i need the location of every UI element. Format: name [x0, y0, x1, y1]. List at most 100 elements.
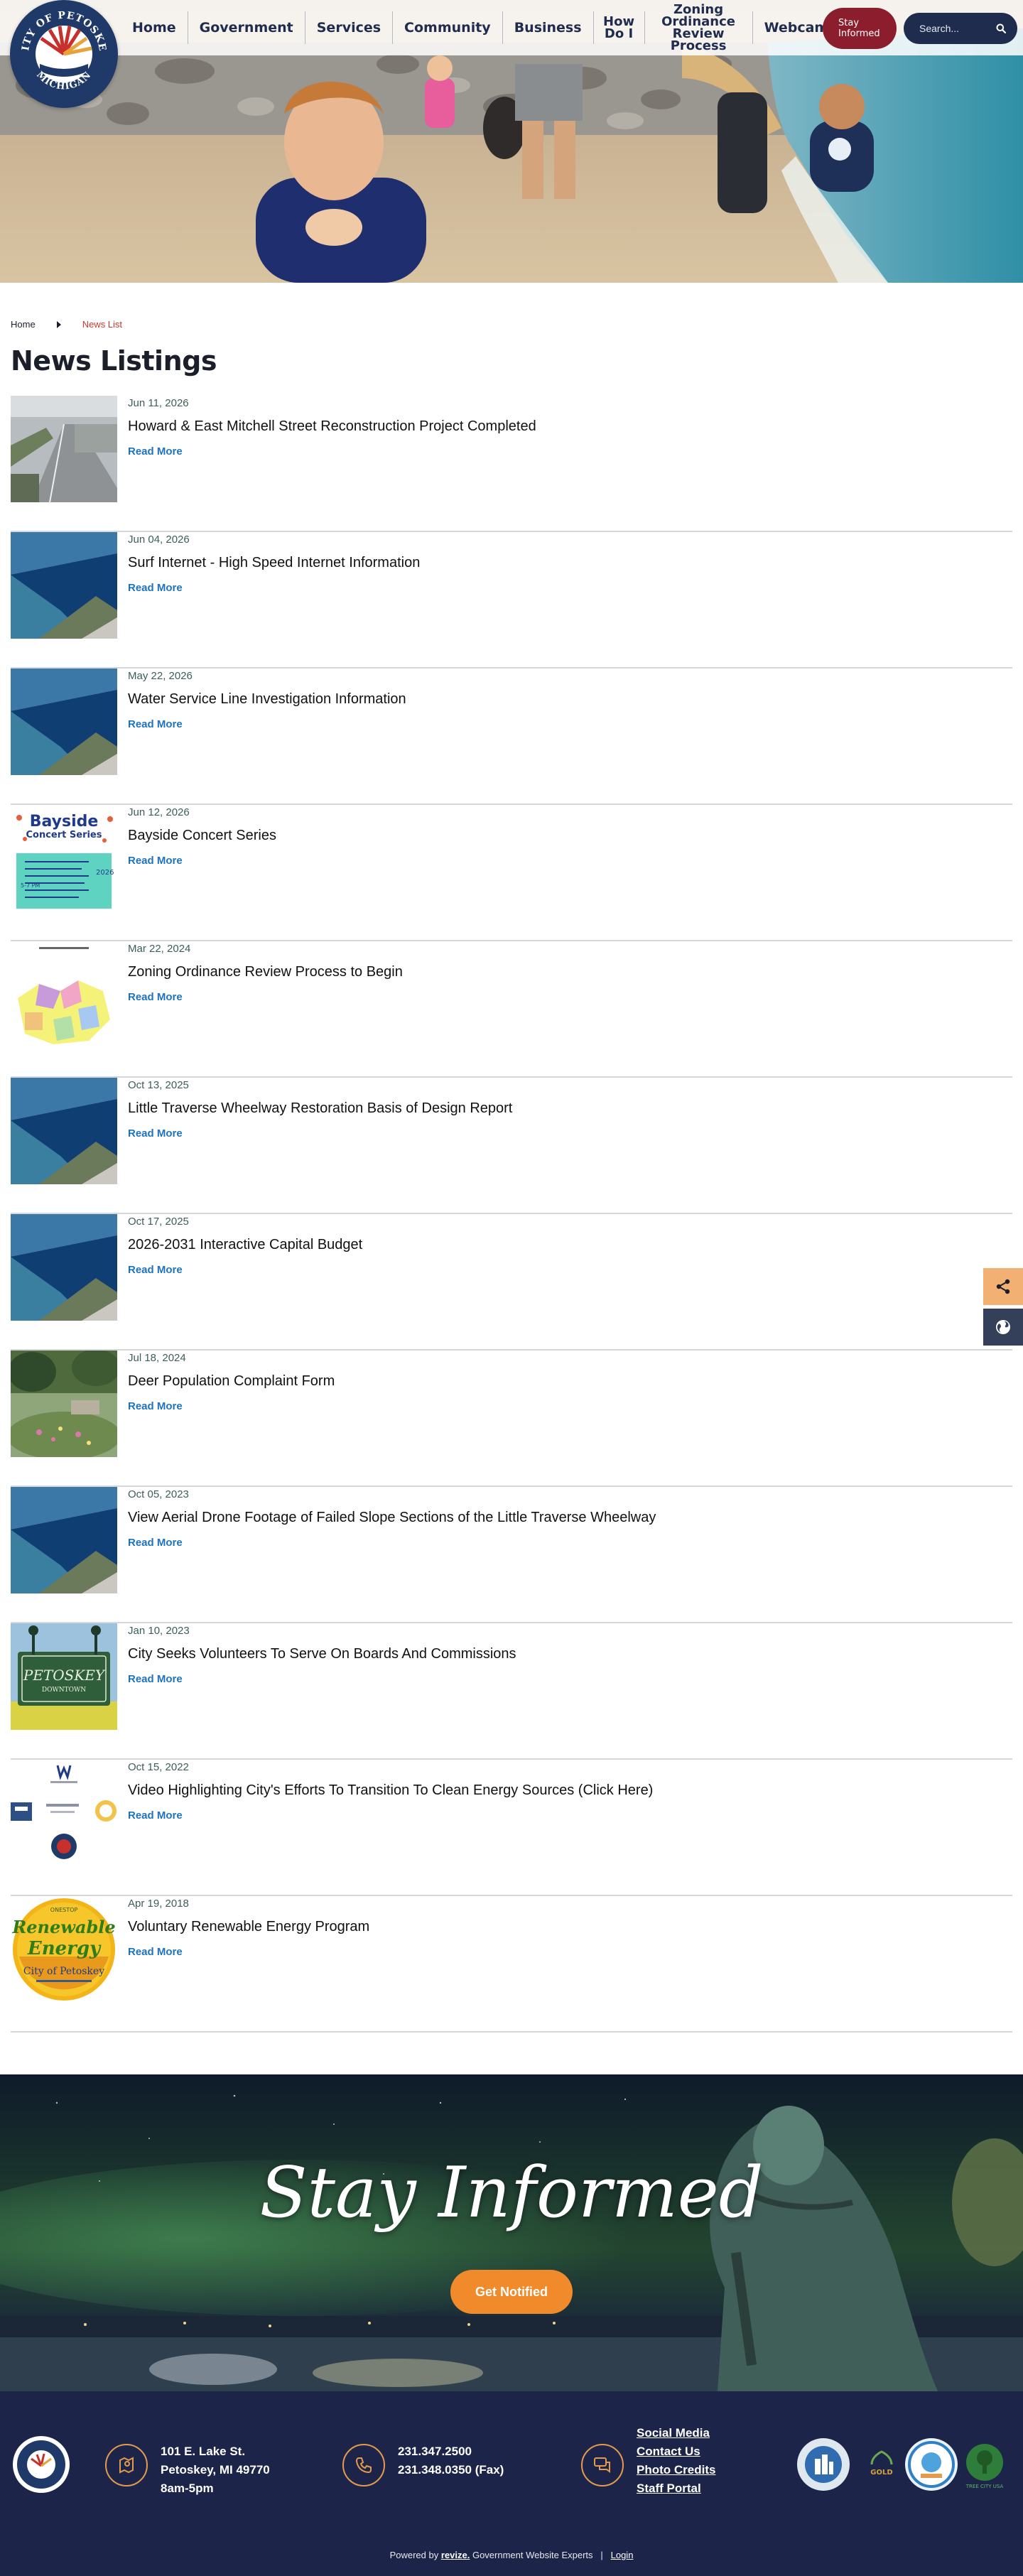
phone-number[interactable]: 231.347.2500 [398, 2442, 504, 2461]
read-more-link[interactable]: Read More [128, 1537, 183, 1549]
breadcrumb: Home News List [11, 319, 122, 330]
news-thumbnail[interactable] [11, 1078, 117, 1184]
news-title[interactable]: Little Traverse Wheelway Restoration Bas… [128, 1100, 980, 1117]
news-item: May 22, 2026 Water Service Line Investig… [11, 669, 1012, 805]
map-marker-icon [105, 2444, 148, 2486]
read-more-link[interactable]: Read More [128, 1400, 183, 1412]
nav-community[interactable]: Community [393, 11, 503, 44]
nav-government[interactable]: Government [188, 11, 305, 44]
footer-phone: 231.347.2500 231.348.0350 (Fax) [398, 2442, 504, 2479]
news-item: Jun 11, 2026 Howard & East Mitchell Stre… [11, 396, 1012, 532]
powered-by-tagline: Government Website Experts [472, 2550, 593, 2560]
read-more-link[interactable]: Read More [128, 991, 183, 1003]
search-icon[interactable] [996, 23, 1006, 33]
stay-informed-button[interactable]: Stay Informed [823, 8, 897, 49]
news-item: PETOSKEY DOWNTOWN Jan 10, 2023 City Seek… [11, 1623, 1012, 1760]
news-thumbnail[interactable]: PETOSKEY DOWNTOWN [11, 1623, 117, 1730]
news-thumbnail[interactable]: Bayside Concert Series 2026 5-7 PM [11, 805, 117, 911]
svg-text:GOLD: GOLD [870, 2469, 892, 2477]
news-item: Oct 17, 2025 2026-2031 Interactive Capit… [11, 1214, 1012, 1351]
news-title[interactable]: Zoning Ordinance Review Process to Begin [128, 964, 980, 980]
news-title[interactable]: 2026-2031 Interactive Capital Budget [128, 1237, 980, 1253]
news-title[interactable]: Voluntary Renewable Energy Program [128, 1919, 980, 1935]
nav-business[interactable]: Business [503, 11, 594, 44]
news-thumbnail[interactable] [11, 1487, 117, 1593]
city-logo[interactable]: CITY OF PETOSKEY MICHIGAN [10, 0, 118, 108]
news-thumbnail[interactable] [11, 532, 117, 639]
read-more-link[interactable]: Read More [128, 718, 183, 730]
footer-link-contact-us[interactable]: Contact Us [637, 2442, 715, 2461]
news-title[interactable]: Surf Internet - High Speed Internet Info… [128, 555, 980, 571]
news-title[interactable]: Deer Population Complaint Form [128, 1373, 980, 1390]
nav-home[interactable]: Home [121, 11, 188, 44]
stay-informed-banner: Stay Informed Get Notified [0, 2074, 1023, 2391]
read-more-link[interactable]: Read More [128, 1946, 183, 1958]
nav-services[interactable]: Services [305, 11, 394, 44]
news-date: Apr 19, 2018 [128, 1898, 189, 1910]
news-title[interactable]: City Seeks Volunteers To Serve On Boards… [128, 1646, 980, 1662]
news-thumbnail[interactable] [11, 396, 117, 502]
get-notified-button[interactable]: Get Notified [450, 2270, 573, 2314]
news-title[interactable]: Howard & East Mitchell Street Reconstruc… [128, 418, 980, 435]
revize-link[interactable]: revize. [441, 2550, 470, 2560]
svg-text:Bayside: Bayside [30, 813, 99, 830]
news-title[interactable]: Bayside Concert Series [128, 828, 980, 844]
news-date: May 22, 2026 [128, 670, 193, 682]
news-thumbnail[interactable]: ONESTOP Renewable Energy City of Petoske… [11, 1896, 117, 2003]
banner-title: Stay Informed [259, 2153, 764, 2234]
gold-award-badge-icon[interactable]: GOLD [855, 2438, 908, 2491]
news-date: Jun 04, 2026 [128, 534, 190, 546]
read-more-link[interactable]: Read More [128, 1127, 183, 1140]
news-thumbnail[interactable] [11, 1351, 117, 1457]
nav-zoning-ordinance[interactable]: Zoning Ordinance Review Process [645, 4, 753, 53]
news-date: Jan 10, 2023 [128, 1625, 190, 1637]
address-line: 101 E. Lake St. [161, 2445, 246, 2458]
news-date: Jul 18, 2024 [128, 1352, 186, 1364]
footer-link-social-media[interactable]: Social Media [637, 2424, 715, 2442]
translate-button[interactable] [983, 1309, 1023, 1346]
read-more-link[interactable]: Read More [128, 1264, 183, 1276]
nav-how-do-i[interactable]: How Do I [594, 11, 645, 44]
page-title: News Listings [11, 345, 217, 377]
chat-icon [581, 2444, 624, 2486]
office-hours: 8am-5pm [161, 2482, 214, 2495]
svg-text:2026: 2026 [96, 869, 114, 877]
news-item: Jun 04, 2026 Surf Internet - High Speed … [11, 532, 1012, 669]
news-thumbnail[interactable] [11, 1760, 117, 1866]
globe-icon [996, 1320, 1010, 1334]
read-more-link[interactable]: Read More [128, 582, 183, 594]
svg-text:City of Petoskey: City of Petoskey [23, 1966, 104, 1977]
fax-number: 231.348.0350 (Fax) [398, 2463, 504, 2477]
share-button[interactable] [983, 1268, 1023, 1305]
award-seal-badge-icon[interactable] [905, 2438, 958, 2491]
news-item: Mar 22, 2024 Zoning Ordinance Review Pro… [11, 941, 1012, 1078]
footer-link-photo-credits[interactable]: Photo Credits [637, 2461, 715, 2479]
svg-text:Concert Series: Concert Series [26, 830, 102, 840]
svg-text:Renewable: Renewable [11, 1917, 115, 1937]
news-title[interactable]: View Aerial Drone Footage of Failed Slop… [128, 1510, 980, 1526]
news-thumbnail[interactable] [11, 669, 117, 775]
tree-city-usa-badge-icon[interactable]: TREE CITY USA [960, 2441, 1009, 2489]
news-title[interactable]: Video Highlighting City's Efforts To Tra… [128, 1782, 980, 1799]
breadcrumb-home[interactable]: Home [11, 319, 36, 330]
powered-by-label: Powered by [389, 2550, 439, 2560]
svg-text:ONESTOP: ONESTOP [50, 1907, 78, 1913]
footer-links: Social Media Contact Us Photo Credits St… [637, 2424, 715, 2498]
footer-logo[interactable] [13, 2436, 70, 2493]
news-item: Jul 18, 2024 Deer Population Complaint F… [11, 1351, 1012, 1487]
news-item: Oct 15, 2022 Video Highlighting City's E… [11, 1760, 1012, 1896]
read-more-link[interactable]: Read More [128, 445, 183, 458]
login-link[interactable]: Login [611, 2550, 634, 2560]
read-more-link[interactable]: Read More [128, 1673, 183, 1685]
read-more-link[interactable]: Read More [128, 1809, 183, 1822]
news-date: Jun 11, 2026 [128, 397, 189, 409]
search-input[interactable] [919, 23, 990, 34]
news-item: Oct 13, 2025 Little Traverse Wheelway Re… [11, 1078, 1012, 1214]
news-date: Oct 05, 2023 [128, 1488, 189, 1500]
read-more-link[interactable]: Read More [128, 855, 183, 867]
news-title[interactable]: Water Service Line Investigation Informa… [128, 691, 980, 708]
news-thumbnail[interactable] [11, 941, 117, 1048]
footer-link-staff-portal[interactable]: Staff Portal [637, 2479, 715, 2498]
city-badge-icon[interactable] [797, 2438, 850, 2491]
news-thumbnail[interactable] [11, 1214, 117, 1321]
